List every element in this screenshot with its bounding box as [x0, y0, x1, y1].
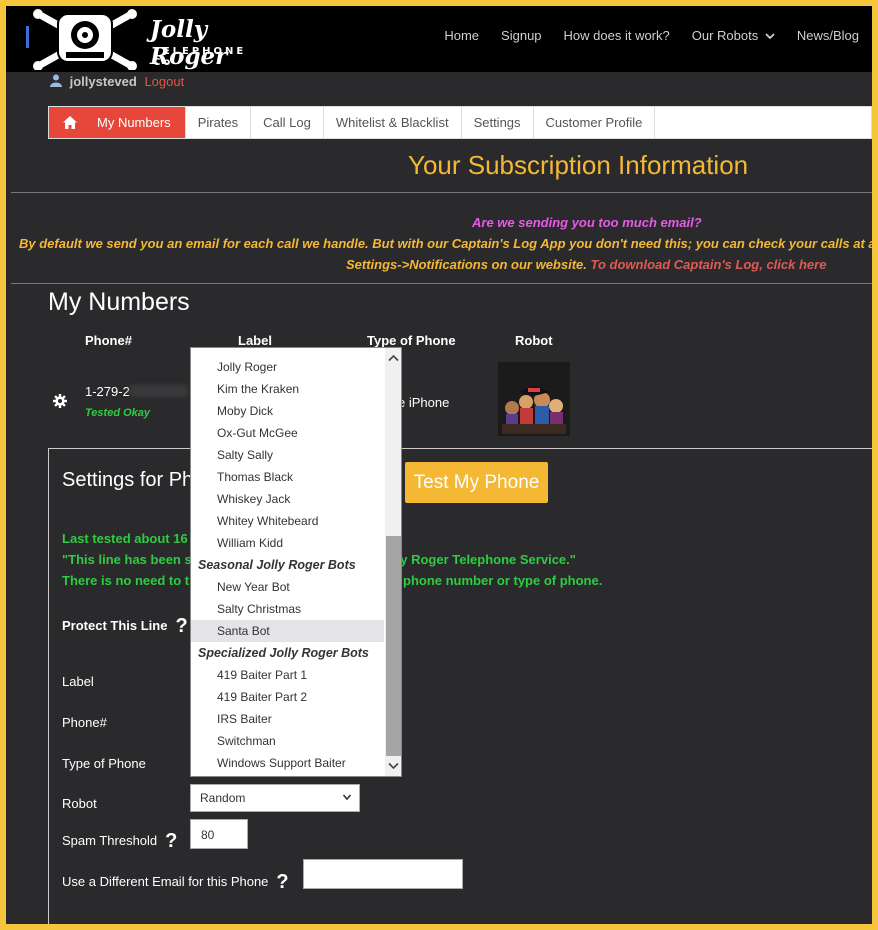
dropdown-option[interactable]: New Year Bot — [191, 576, 384, 598]
divider — [11, 283, 872, 284]
tab-customer-profile[interactable]: Customer Profile — [534, 107, 656, 138]
dropdown-option[interactable]: Whiskey Jack — [191, 488, 384, 510]
gear-icon[interactable] — [53, 394, 67, 408]
nav-news-blog[interactable]: News/Blog — [786, 28, 870, 43]
nav-our-robots[interactable]: Our Robots — [681, 28, 786, 43]
email-notice-footer: Settings->Notifications on our website. … — [346, 257, 872, 272]
settings-title: Settings for Ph — [62, 469, 194, 491]
type-field-label: Type of Phone — [62, 756, 146, 771]
protect-line-text: Protect This Line — [62, 617, 168, 633]
dropdown-option[interactable]: Salty Christmas — [191, 598, 384, 620]
main-nav: Home Signup How does it work? Our Robots… — [433, 28, 870, 43]
col-header-label: Label — [238, 333, 272, 348]
username: jollysteved — [69, 74, 137, 89]
dropdown-option[interactable]: William Kidd — [191, 532, 384, 554]
nav-our-robots-label: Our Robots — [691, 28, 759, 43]
dropdown-option[interactable]: Salty Sally — [191, 444, 384, 466]
email-notice-body: By default we send you an email for each… — [19, 236, 872, 251]
dropdown-option[interactable]: Thomas Black — [191, 466, 384, 488]
site-logo[interactable]: Jolly Roger TELEPHONE Co — [20, 8, 270, 70]
dropdown-option[interactable]: Kim the Kraken — [191, 378, 384, 400]
different-email-label: Use a Different Email for this Phone? — [62, 871, 289, 894]
phone-type-cell: e iPhone — [398, 395, 450, 410]
tab-settings[interactable]: Settings — [462, 107, 534, 138]
home-icon — [63, 116, 77, 129]
robot-dropdown-list[interactable]: Jolly Roger Kim the Kraken Moby Dick Ox-Gut… — [190, 347, 402, 777]
phone-number: 1-279-2 — [85, 384, 130, 399]
nav-how-it-works[interactable]: How does it work? — [553, 28, 681, 43]
dropdown-option[interactable]: Windows Support Baiter — [191, 752, 384, 774]
robot-select[interactable]: Random — [190, 784, 360, 812]
spam-threshold-label: Spam Threshold? — [62, 830, 177, 853]
top-navbar: Jolly Roger TELEPHONE Co Home Signup How… — [6, 6, 872, 72]
redacted-block — [129, 385, 188, 397]
tab-my-numbers-label: My Numbers — [97, 115, 171, 130]
spam-threshold-input[interactable]: 80 — [190, 819, 248, 849]
robot-avatar — [498, 362, 570, 436]
different-email-text: Use a Different Email for this Phone — [62, 873, 269, 889]
subscription-title: Your Subscription Information — [408, 150, 749, 180]
dropdown-option[interactable]: 419 Baiter Part 1 — [191, 664, 384, 686]
robot-dropdown-options: Jolly Roger Kim the Kraken Moby Dick Ox-Gut… — [191, 356, 384, 774]
last-tested-text: Last tested about 16 — [62, 531, 188, 546]
tab-call-log[interactable]: Call Log — [251, 107, 324, 138]
account-tabs: My Numbers Pirates Call Log Whitelist & … — [48, 106, 872, 139]
logout-link[interactable]: Logout — [144, 74, 184, 89]
tab-whitelist-blacklist[interactable]: Whitelist & Blacklist — [324, 107, 462, 138]
dropdown-option[interactable]: 419 Baiter Part 2 — [191, 686, 384, 708]
dropdown-option[interactable]: Santa Bot — [191, 620, 384, 642]
logo-subtitle: TELEPHONE Co — [153, 46, 247, 68]
col-header-type: Type of Phone — [367, 333, 456, 348]
dropdown-option[interactable]: Jolly Roger — [191, 356, 384, 378]
help-icon[interactable]: ? — [165, 830, 177, 853]
different-email-input[interactable] — [303, 859, 463, 889]
divider — [11, 192, 872, 193]
tab-pirates[interactable]: Pirates — [186, 107, 252, 138]
chevron-down-icon — [765, 33, 775, 40]
user-icon — [50, 74, 62, 87]
no-need-text: There is no need to t — [62, 573, 190, 588]
settings-panel: Settings for Ph Test My Phone Last teste… — [48, 448, 872, 924]
dropdown-option[interactable]: Whitey Whitebeard — [191, 510, 384, 532]
line-status-text-cont: lly Roger Telephone Service." — [393, 552, 576, 567]
tested-status: Tested Okay — [85, 407, 151, 419]
phone-number-cell: 1-279-2 — [85, 384, 188, 399]
help-icon[interactable]: ? — [175, 615, 187, 638]
help-icon[interactable]: ? — [276, 871, 288, 894]
dropdown-group-label: Seasonal Jolly Roger Bots — [198, 558, 356, 572]
dropdown-group-label: Specialized Jolly Roger Bots — [198, 646, 369, 660]
page-frame: Jolly Roger TELEPHONE Co Home Signup How… — [6, 6, 872, 924]
dropdown-option[interactable]: Moby Dick — [191, 400, 384, 422]
dropdown-scrollbar[interactable] — [385, 348, 401, 776]
email-notice-title: Are we sending you too much email? — [472, 215, 702, 230]
robot-select-value: Random — [200, 791, 246, 805]
dropdown-option[interactable]: Switchman — [191, 730, 384, 752]
robot-field-label: Robot — [62, 796, 97, 811]
email-notice-settings-path: Settings->Notifications on our website. — [346, 257, 587, 272]
my-numbers-title: My Numbers — [48, 288, 190, 316]
label-field-label: Label — [62, 674, 94, 689]
no-need-text-cont: phone number or type of phone. — [403, 573, 603, 588]
scroll-down-icon[interactable] — [388, 762, 399, 770]
nav-signup[interactable]: Signup — [490, 28, 552, 43]
captains-log-download-link[interactable]: To download Captain's Log, click here — [591, 257, 827, 272]
chevron-down-icon — [342, 794, 352, 801]
line-status-text: "This line has been s — [62, 552, 192, 567]
phone-field-label: Phone# — [62, 715, 107, 730]
skull-logo-icon — [26, 9, 137, 70]
scrollbar-thumb[interactable] — [386, 536, 401, 756]
dropdown-option[interactable]: Ox-Gut McGee — [191, 422, 384, 444]
spam-threshold-text: Spam Threshold — [62, 832, 158, 848]
dropdown-option[interactable]: IRS Baiter — [191, 708, 384, 730]
user-line: jollysteved Logout — [50, 74, 184, 89]
col-header-phone: Phone# — [85, 333, 132, 348]
col-header-robot: Robot — [515, 333, 553, 348]
nav-home[interactable]: Home — [433, 28, 490, 43]
test-my-phone-button[interactable]: Test My Phone — [405, 462, 548, 503]
protect-line-label: Protect This Line? — [62, 615, 188, 638]
tab-my-numbers[interactable]: My Numbers — [49, 107, 186, 138]
scroll-up-icon[interactable] — [388, 354, 399, 362]
